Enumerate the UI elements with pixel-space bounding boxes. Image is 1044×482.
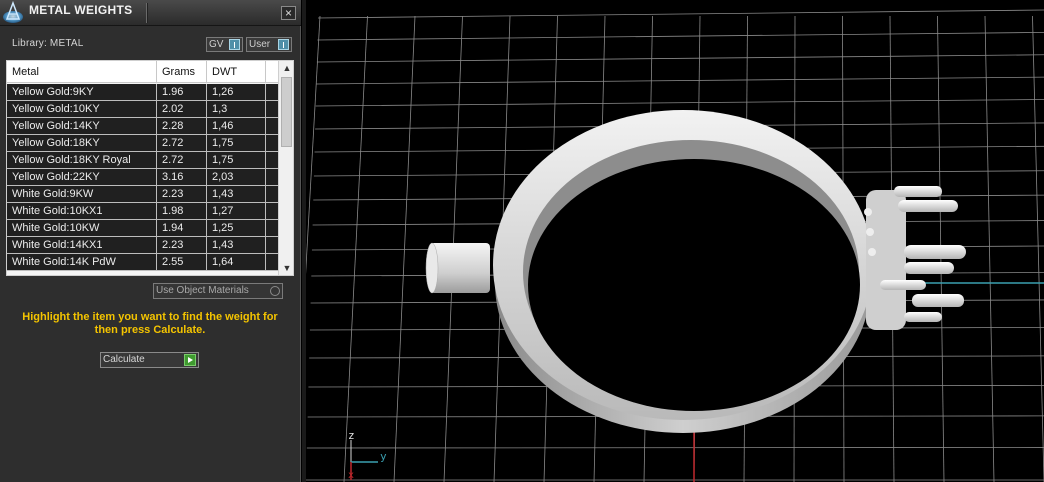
grid-line <box>1032 15 1044 482</box>
play-icon <box>184 354 196 366</box>
ring-inner-opening <box>528 159 860 411</box>
toggle-indicator-icon <box>229 39 240 50</box>
cell-dwt: 1,75 <box>207 135 266 151</box>
grid-line <box>317 31 1044 41</box>
table-row[interactable]: White Gold:14KX1 2.23 1,43 <box>7 237 278 254</box>
calculate-button[interactable]: Calculate <box>100 352 199 368</box>
gv-toggle-label: GV <box>209 39 224 50</box>
cell-dwt: 1,64 <box>207 254 266 270</box>
table-row[interactable]: Yellow Gold:10KY 2.02 1,3 <box>7 101 278 118</box>
viewport-canvas[interactable] <box>306 0 1044 482</box>
table-row[interactable]: Yellow Gold:9KY 1.96 1,26 <box>7 84 278 101</box>
cell-dwt: 1,75 <box>207 152 266 168</box>
grid-line <box>316 54 1044 63</box>
ring-sprue-end <box>425 242 439 294</box>
cell-metal: Yellow Gold:18KY <box>7 135 157 151</box>
y-axis-label: y <box>380 450 387 463</box>
cell-metal: Yellow Gold:10KY <box>7 101 157 117</box>
panel-title: METAL WEIGHTS <box>29 3 133 17</box>
calculate-label: Calculate <box>103 354 145 365</box>
cell-dwt: 2,03 <box>207 169 266 185</box>
user-toggle[interactable]: User <box>246 37 292 52</box>
app-logo-icon <box>3 1 23 23</box>
cell-grams: 2.23 <box>157 237 207 253</box>
grid-line <box>317 9 1044 19</box>
cell-dwt: 1,27 <box>207 203 266 219</box>
table-row[interactable]: White Gold:14K PdW 2.55 1,64 <box>7 254 278 271</box>
cell-grams: 2.55 <box>157 254 207 270</box>
grid-line <box>306 447 1044 449</box>
cell-metal: White Gold:14K PdW <box>7 254 157 270</box>
table-row[interactable]: White Gold:10KX1 1.98 1,27 <box>7 203 278 220</box>
use-object-materials-button[interactable]: Use Object Materials <box>153 283 283 299</box>
cell-metal: White Gold:10KW <box>7 220 157 236</box>
table-header: Metal Grams DWT <box>7 61 278 83</box>
cell-dwt: 1,25 <box>207 220 266 236</box>
scroll-up-icon[interactable]: ▲ <box>279 61 293 75</box>
title-divider <box>146 3 148 23</box>
instruction-text: Highlight the item you want to find the … <box>22 311 278 336</box>
library-label: Library: METAL <box>12 38 84 49</box>
cell-metal: Yellow Gold:18KY Royal <box>7 152 157 168</box>
cell-metal: White Gold:10KX1 <box>7 203 157 219</box>
cell-grams: 1.94 <box>157 220 207 236</box>
toggle-indicator-icon <box>278 39 289 50</box>
cell-grams: 3.16 <box>157 169 207 185</box>
table-row[interactable]: Yellow Gold:14KY 2.28 1,46 <box>7 118 278 135</box>
cell-metal: White Gold:9KW <box>7 186 157 202</box>
grid-line <box>393 15 416 482</box>
cell-metal: White Gold:14KX1 <box>7 237 157 253</box>
table-body: Yellow Gold:9KY 1.96 1,26 Yellow Gold:10KY 2… <box>7 84 278 271</box>
cell-metal: Yellow Gold:22KY <box>7 169 157 185</box>
use-object-materials-label: Use Object Materials <box>156 285 249 296</box>
metal-table[interactable]: Metal Grams DWT Yellow Gold:9KY 1.96 1,26 Y… <box>6 60 294 276</box>
cell-grams: 1.96 <box>157 84 207 100</box>
table-row[interactable]: Yellow Gold:18KY 2.72 1,75 <box>7 135 278 152</box>
ring-model[interactable] <box>425 110 966 433</box>
cell-dwt: 1,43 <box>207 237 266 253</box>
cell-grams: 1.98 <box>157 203 207 219</box>
grid-line <box>306 15 321 275</box>
scroll-down-icon[interactable]: ▼ <box>279 261 293 275</box>
grid-line <box>316 76 1044 85</box>
table-scrollbar[interactable]: ▲ ▼ <box>278 61 293 275</box>
cell-dwt: 1,3 <box>207 101 266 117</box>
table-row[interactable]: White Gold:9KW 2.23 1,43 <box>7 186 278 203</box>
cell-grams: 2.02 <box>157 101 207 117</box>
ring-setting <box>864 186 966 330</box>
cell-dwt: 1,26 <box>207 84 266 100</box>
header-grams[interactable]: Grams <box>157 61 207 83</box>
radio-icon <box>270 286 280 296</box>
grid-line <box>315 99 1044 107</box>
grid-line <box>343 15 368 482</box>
gv-toggle[interactable]: GV <box>206 37 243 52</box>
panel-titlebar[interactable]: METAL WEIGHTS × <box>0 0 301 26</box>
metal-weights-panel: METAL WEIGHTS × Library: METAL GV User M… <box>0 0 301 482</box>
table-row[interactable]: Yellow Gold:18KY Royal 2.72 1,75 <box>7 152 278 169</box>
cell-grams: 2.72 <box>157 135 207 151</box>
table-row[interactable]: Yellow Gold:22KY 3.16 2,03 <box>7 169 278 186</box>
close-button[interactable]: × <box>281 6 296 20</box>
ring-sprue <box>430 243 490 293</box>
x-axis-label: x <box>348 470 355 481</box>
table-row[interactable]: White Gold:10KW 1.94 1,25 <box>7 220 278 237</box>
3d-viewport[interactable]: z y x <box>302 0 1044 482</box>
cell-dwt: 1,46 <box>207 118 266 134</box>
user-toggle-label: User <box>249 39 271 50</box>
cell-grams: 2.23 <box>157 186 207 202</box>
cell-dwt: 1,43 <box>207 186 266 202</box>
header-metal[interactable]: Metal <box>7 61 157 83</box>
cell-grams: 2.28 <box>157 118 207 134</box>
grid-line <box>984 15 995 482</box>
z-axis-label: z <box>348 429 355 442</box>
cell-metal: Yellow Gold:9KY <box>7 84 157 100</box>
scroll-thumb[interactable] <box>281 77 292 147</box>
header-dwt[interactable]: DWT <box>207 61 266 83</box>
axis-gizmo <box>350 440 378 480</box>
cell-grams: 2.72 <box>157 152 207 168</box>
cell-metal: Yellow Gold:14KY <box>7 118 157 134</box>
